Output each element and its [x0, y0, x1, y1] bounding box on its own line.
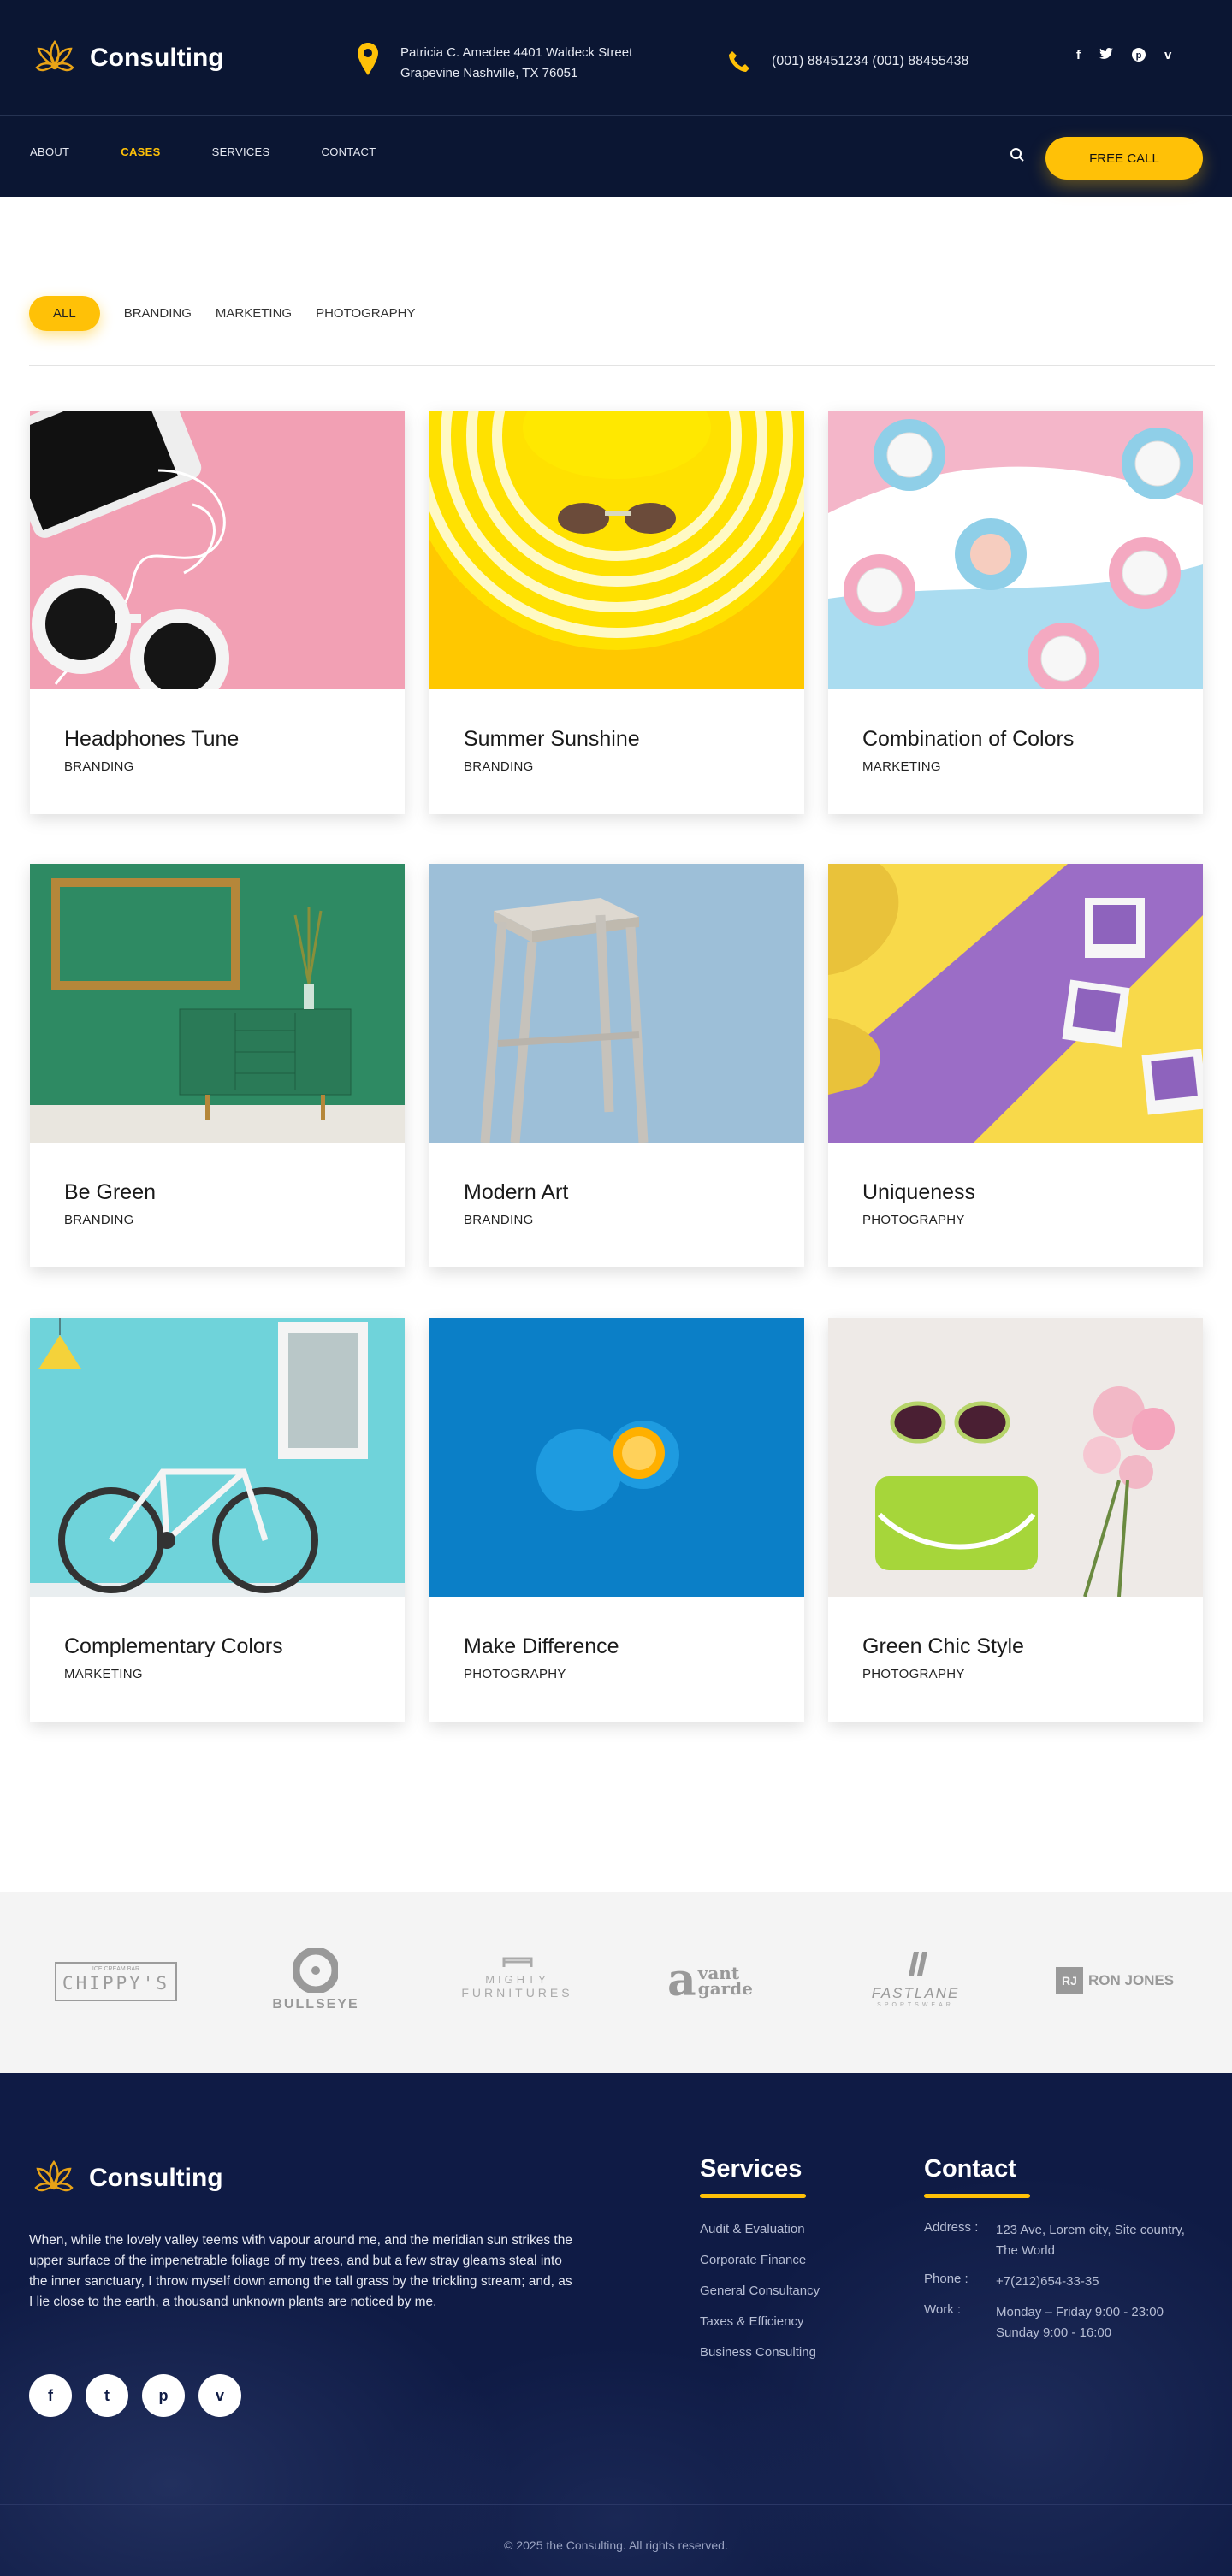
- case-image: [828, 411, 1203, 689]
- header-socials: f p v: [1076, 48, 1171, 65]
- case-image: [30, 864, 405, 1143]
- svg-text:p: p: [1136, 50, 1142, 61]
- footer-services: Services Audit & Evaluation Corporate Fi…: [700, 2155, 820, 2360]
- header-phone: (001) 88451234 (001) 88455438: [727, 50, 968, 74]
- case-card[interactable]: Make Difference PHOTOGRAPHY: [429, 1318, 804, 1722]
- case-category: MARKETING: [862, 759, 941, 774]
- filter-all[interactable]: ALL: [29, 296, 100, 331]
- nav-about[interactable]: ABOUT: [30, 145, 69, 158]
- contact-work-hours: Work : Monday – Friday 9:00 - 23:00 Sund…: [924, 2302, 1164, 2340]
- case-card[interactable]: Combination of Colors MARKETING: [828, 411, 1203, 814]
- case-category: BRANDING: [464, 759, 534, 774]
- location-pin-icon: [358, 43, 378, 75]
- site-header: Consulting Patricia C. Amedee 4401 Walde…: [0, 0, 1232, 197]
- case-image: [828, 1318, 1203, 1597]
- address-line-1: Patricia C. Amedee 4401 Waldeck Street: [400, 45, 633, 60]
- lotus-logo-icon: [35, 39, 74, 71]
- footer-socials: f t p v: [29, 2374, 241, 2417]
- case-card[interactable]: Modern Art BRANDING: [429, 864, 804, 1267]
- services-underline: [700, 2194, 806, 2198]
- case-card[interactable]: Green Chic Style PHOTOGRAPHY: [828, 1318, 1203, 1722]
- case-title: Combination of Colors: [862, 727, 1075, 751]
- phone-icon: [729, 51, 749, 72]
- case-image: [429, 411, 804, 689]
- service-link[interactable]: Corporate Finance: [700, 2253, 820, 2267]
- case-image: [30, 1318, 405, 1597]
- case-title: Make Difference: [464, 1634, 619, 1658]
- case-category: PHOTOGRAPHY: [862, 1213, 965, 1227]
- nav-cases[interactable]: CASES: [121, 145, 160, 158]
- service-link[interactable]: Audit & Evaluation: [700, 2222, 820, 2236]
- case-category: BRANDING: [64, 1213, 134, 1227]
- case-card[interactable]: Be Green BRANDING: [30, 864, 405, 1267]
- phone-numbers[interactable]: (001) 88451234 (001) 88455438: [772, 54, 968, 69]
- nav-services[interactable]: SERVICES: [212, 145, 270, 158]
- client-logo-vantgarde[interactable]: a vant garde: [667, 1959, 753, 2003]
- contact-phone: Phone : +7(212)654-33-35: [924, 2272, 1099, 2289]
- vimeo-icon[interactable]: v: [198, 2374, 241, 2417]
- case-category: MARKETING: [64, 1667, 143, 1681]
- twitter-icon[interactable]: t: [86, 2374, 128, 2417]
- case-filters: ALL BRANDING MARKETING PHOTOGRAPHY: [29, 296, 416, 331]
- footer-description: When, while the lovely valley teems with…: [29, 2233, 572, 2309]
- contact-address: Address : 123 Ave, Lorem city, Site coun…: [924, 2220, 1185, 2258]
- vimeo-icon[interactable]: v: [1164, 48, 1171, 65]
- case-title: Summer Sunshine: [464, 727, 640, 751]
- case-image: [828, 864, 1203, 1143]
- client-logo-fastlane[interactable]: FASTLANE SPORTSWEAR: [862, 1947, 968, 2008]
- logo-text: Consulting: [90, 43, 224, 72]
- case-card[interactable]: Complementary Colors MARKETING: [30, 1318, 405, 1722]
- footer-contact: Contact Address : 123 Ave, Lorem city, S…: [924, 2155, 1193, 2343]
- case-card[interactable]: Uniqueness PHOTOGRAPHY: [828, 864, 1203, 1267]
- pinterest-icon[interactable]: p: [142, 2374, 185, 2417]
- address-line-2: Grapevine Nashville, TX 76051: [400, 66, 578, 80]
- filter-marketing[interactable]: MARKETING: [216, 296, 292, 331]
- header-address: Patricia C. Amedee 4401 Waldeck Street G…: [358, 43, 632, 84]
- case-image: [429, 1318, 804, 1597]
- case-title: Uniqueness: [862, 1180, 976, 1204]
- twitter-icon[interactable]: [1099, 48, 1113, 65]
- case-title: Headphones Tune: [64, 727, 240, 751]
- client-logo-mighty[interactable]: MIGHTY FURNITURES: [455, 1955, 579, 2000]
- case-title: Green Chic Style: [862, 1634, 1024, 1658]
- case-category: PHOTOGRAPHY: [464, 1667, 566, 1681]
- contact-heading: Contact: [924, 2155, 1016, 2183]
- logo[interactable]: Consulting: [30, 33, 224, 83]
- search-icon[interactable]: [1010, 147, 1025, 167]
- case-card[interactable]: Headphones Tune BRANDING: [30, 411, 405, 814]
- footer-divider: [0, 2504, 1232, 2505]
- facebook-icon[interactable]: f: [1076, 48, 1081, 65]
- case-title: Complementary Colors: [64, 1634, 283, 1658]
- nav-contact[interactable]: CONTACT: [322, 145, 376, 158]
- case-image: [30, 411, 405, 689]
- free-call-button[interactable]: FREE CALL: [1045, 137, 1203, 180]
- footer-logo-text: Consulting: [89, 2164, 223, 2192]
- site-footer: Consulting When, while the lovely valley…: [0, 2073, 1232, 2576]
- clients-strip: ICE CREAM BAR CHIPPY'S BULLSEYE MIGHTY F…: [0, 1892, 1232, 2073]
- client-logo-ronjones[interactable]: RJ RON JONES: [1056, 1967, 1174, 1994]
- pinterest-icon[interactable]: p: [1132, 48, 1146, 65]
- facebook-icon[interactable]: f: [29, 2374, 72, 2417]
- service-link[interactable]: Taxes & Efficiency: [700, 2314, 820, 2329]
- case-title: Modern Art: [464, 1180, 569, 1204]
- case-category: BRANDING: [464, 1213, 534, 1227]
- contact-underline: [924, 2194, 1030, 2198]
- client-logo-chippys[interactable]: ICE CREAM BAR CHIPPY'S: [55, 1962, 177, 2001]
- case-card[interactable]: Summer Sunshine BRANDING: [429, 411, 804, 814]
- lotus-logo-icon: [34, 2159, 74, 2192]
- filter-branding[interactable]: BRANDING: [124, 296, 192, 331]
- case-category: BRANDING: [64, 759, 134, 774]
- services-heading: Services: [700, 2155, 803, 2183]
- copyright: © 2025 the Consulting. All rights reserv…: [504, 2538, 728, 2552]
- filters-divider: [29, 365, 1215, 366]
- footer-logo[interactable]: Consulting: [29, 2154, 223, 2203]
- case-title: Be Green: [64, 1180, 157, 1204]
- filter-photography[interactable]: PHOTOGRAPHY: [316, 296, 415, 331]
- case-category: PHOTOGRAPHY: [862, 1667, 965, 1681]
- service-link[interactable]: General Consultancy: [700, 2284, 820, 2298]
- service-link[interactable]: Business Consulting: [700, 2345, 820, 2360]
- case-image: [429, 864, 804, 1143]
- client-logo-bullseye[interactable]: BULLSEYE: [269, 1947, 363, 2012]
- main-nav: ABOUT CASES SERVICES CONTACT: [30, 145, 376, 158]
